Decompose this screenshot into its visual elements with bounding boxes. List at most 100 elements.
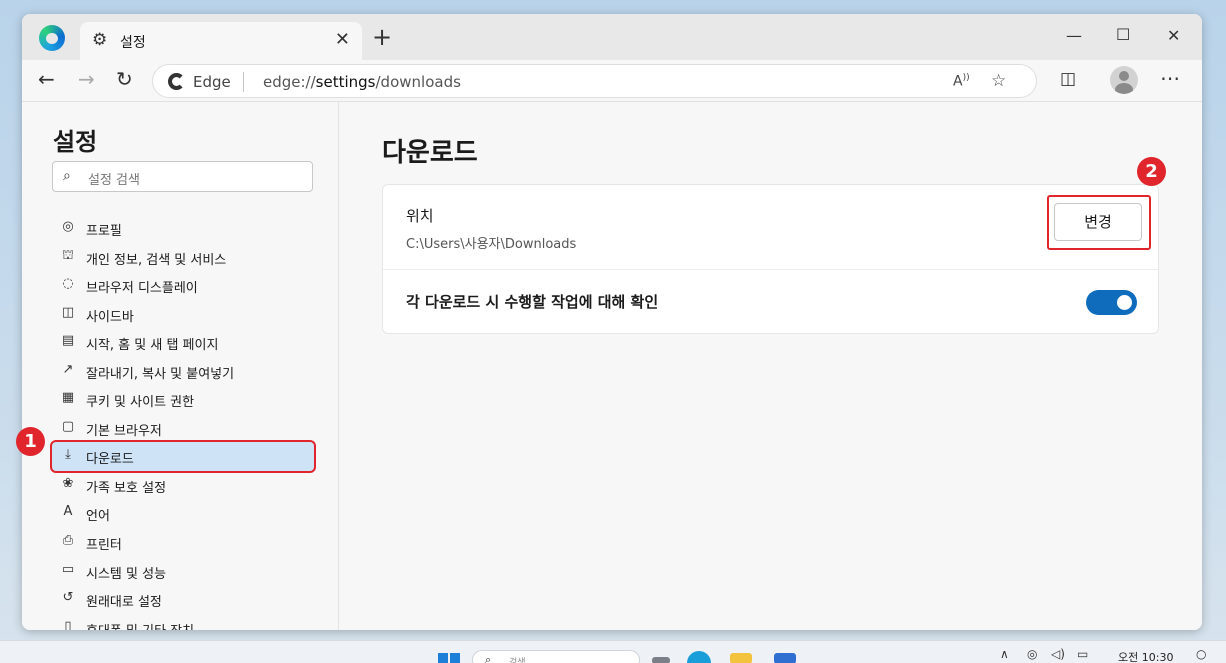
ask-before-download-toggle[interactable]	[1086, 290, 1137, 315]
sidebar-item-label: 사이드바	[86, 310, 134, 325]
sidebar-item-default-browser[interactable]: ▢ 기본 브라우저	[52, 414, 314, 443]
cookie-icon: ▦	[61, 390, 75, 405]
step-marker-2: 2	[1137, 157, 1166, 186]
address-bar[interactable]: Edge edge://settings/downloads A)) ☆	[152, 64, 1037, 98]
close-tab-icon[interactable]: ✕	[335, 29, 350, 50]
sidebar-item-label: 브라우저 디스플레이	[86, 281, 198, 296]
start-button[interactable]	[438, 653, 460, 663]
sidebar-item-start-home[interactable]: ▤ 시작, 홈 및 새 탭 페이지	[52, 328, 314, 357]
avatar[interactable]	[1110, 66, 1138, 94]
reset-icon: ↺	[62, 590, 74, 605]
refresh-button[interactable]: ↻	[116, 68, 133, 90]
sidebar-item-share-copy-paste[interactable]: ↗ 잘라내기, 복사 및 붙여넣기	[52, 357, 314, 386]
new-tab-button[interactable]: +	[372, 25, 392, 49]
gear-icon: ⚙	[92, 30, 108, 50]
home-tab-icon: ▤	[61, 333, 75, 348]
sidebar-item-label: 다운로드	[86, 452, 134, 467]
battery-icon[interactable]: ▭	[1077, 647, 1088, 661]
task-view-icon[interactable]	[652, 657, 670, 663]
phone-icon: ▯	[64, 619, 72, 630]
sidebar-item-downloads[interactable]: ⤓ 다운로드	[50, 440, 316, 473]
sidebar-item-appearance[interactable]: ◌ 브라우저 디스플레이	[52, 271, 314, 300]
sidebar-item-label: 잘라내기, 복사 및 붙여넣기	[86, 367, 235, 382]
search-icon: ⌕	[63, 168, 71, 184]
edge-logo-icon[interactable]	[39, 25, 65, 51]
more-menu-icon[interactable]: ⋯	[1160, 66, 1180, 90]
taskbar-search[interactable]: ⌕ 검색	[472, 650, 640, 663]
sidebar-item-cookies[interactable]: ▦ 쿠키 및 사이트 권한	[52, 385, 314, 414]
location-path: C:\Users\사용자\Downloads	[406, 237, 577, 252]
browser-window: ⚙ 설정 ✕ + — ☐ ✕ ← → ↻ Edge edge://setting…	[22, 14, 1202, 630]
sidebar-item-privacy[interactable]: ⛫ 개인 정보, 검색 및 서비스	[52, 243, 314, 272]
minimize-button[interactable]: —	[1066, 26, 1082, 45]
sidebar-item-sidebar[interactable]: ◫ 사이드바	[52, 300, 314, 329]
settings-main: 다운로드 위치 C:\Users\사용자\Downloads 변경 각 다운로드…	[340, 102, 1202, 630]
sidebar-item-profile[interactable]: ◎ 프로필	[52, 214, 314, 243]
search-icon: ⌕	[485, 653, 492, 663]
tab-title: 설정	[120, 35, 146, 51]
sidebar-item-printers[interactable]: ⎙ 프린터	[52, 528, 314, 557]
notification-icon[interactable]: ○	[1196, 647, 1206, 661]
row-divider	[383, 269, 1158, 270]
palette-icon: ◌	[62, 276, 74, 291]
download-icon: ⤓	[65, 447, 71, 462]
sidebar-item-label: 시스템 및 성능	[86, 567, 167, 582]
sidebar-item-system[interactable]: ▭ 시스템 및 성능	[52, 557, 314, 586]
edge-taskbar-icon[interactable]	[687, 651, 711, 663]
close-window-button[interactable]: ✕	[1167, 26, 1180, 45]
tab-bar: ⚙ 설정 ✕ + — ☐ ✕	[22, 14, 1202, 60]
forward-button[interactable]: →	[78, 68, 95, 90]
sidebar-item-label: 쿠키 및 사이트 권한	[86, 395, 195, 410]
sidebar-item-reset[interactable]: ↺ 원래대로 설정	[52, 585, 314, 614]
sidebar-icon: ◫	[61, 305, 75, 320]
default-browser-icon: ▢	[61, 419, 75, 434]
laptop-icon: ▭	[61, 562, 75, 577]
language-icon: A	[63, 504, 73, 519]
tab-settings[interactable]: ⚙ 설정 ✕	[80, 22, 362, 60]
page-title: 다운로드	[382, 138, 478, 168]
share-icon: ↗	[62, 362, 74, 377]
ask-before-download-label: 각 다운로드 시 수행할 작업에 대해 확인	[406, 293, 659, 311]
sidebar-title: 설정	[53, 128, 98, 156]
family-icon: ❀	[62, 476, 74, 491]
location-label: 위치	[406, 207, 434, 225]
change-location-button[interactable]: 변경	[1054, 203, 1142, 241]
sidebar-item-label: 원래대로 설정	[86, 595, 162, 610]
split-screen-icon[interactable]: ◫	[1060, 69, 1076, 89]
address-brand: Edge	[193, 73, 231, 91]
settings-sidebar: 설정 ⌕ 설정 검색 ◎ 프로필 ⛫ 개인 정보, 검색 및 서비스 ◌ 브라우…	[22, 102, 339, 630]
tray-overflow-icon[interactable]: ∧	[1000, 647, 1009, 661]
sidebar-item-label: 시작, 홈 및 새 탭 페이지	[86, 338, 219, 353]
store-icon[interactable]	[774, 653, 796, 663]
lock-icon: ⛫	[62, 248, 74, 263]
taskbar-search-placeholder: 검색	[509, 658, 526, 663]
profile-icon: ◎	[62, 219, 74, 234]
address-toolbar: ← → ↻ Edge edge://settings/downloads A))…	[22, 60, 1202, 102]
sidebar-item-label: 개인 정보, 검색 및 서비스	[86, 253, 227, 268]
sidebar-item-label: 언어	[86, 509, 110, 524]
search-placeholder: 설정 검색	[88, 173, 140, 188]
sidebar-item-label: 가족 보호 설정	[86, 481, 167, 496]
volume-icon[interactable]: ◁)	[1051, 647, 1065, 661]
step-marker-1: 1	[16, 427, 45, 456]
edge-brand-icon	[168, 73, 185, 90]
read-aloud-icon[interactable]: A))	[953, 73, 970, 90]
settings-search-input[interactable]: ⌕ 설정 검색	[52, 161, 313, 192]
sidebar-item-label: 휴대폰 및 기타 장치	[86, 620, 194, 630]
sidebar-item-phone-devices[interactable]: ▯ 휴대폰 및 기타 장치	[52, 614, 314, 630]
sidebar-item-family[interactable]: ❀ 가족 보호 설정	[52, 471, 314, 500]
sidebar-item-label: 프린터	[86, 538, 122, 553]
sidebar-item-label: 기본 브라우저	[86, 424, 162, 439]
sidebar-item-label: 프로필	[86, 224, 122, 239]
address-divider	[243, 72, 244, 92]
address-url[interactable]: edge://settings/downloads	[263, 73, 461, 91]
clock[interactable]: 오전 10:30	[1118, 649, 1173, 663]
maximize-button[interactable]: ☐	[1116, 25, 1130, 44]
file-explorer-icon[interactable]	[730, 653, 752, 663]
back-button[interactable]: ←	[38, 68, 55, 90]
downloads-card: 위치 C:\Users\사용자\Downloads 변경 각 다운로드 시 수행…	[382, 184, 1159, 334]
favorite-star-icon[interactable]: ☆	[991, 71, 1006, 91]
printer-icon: ⎙	[62, 533, 74, 548]
sidebar-item-languages[interactable]: A 언어	[52, 499, 314, 528]
network-icon[interactable]: ◎	[1027, 647, 1037, 661]
